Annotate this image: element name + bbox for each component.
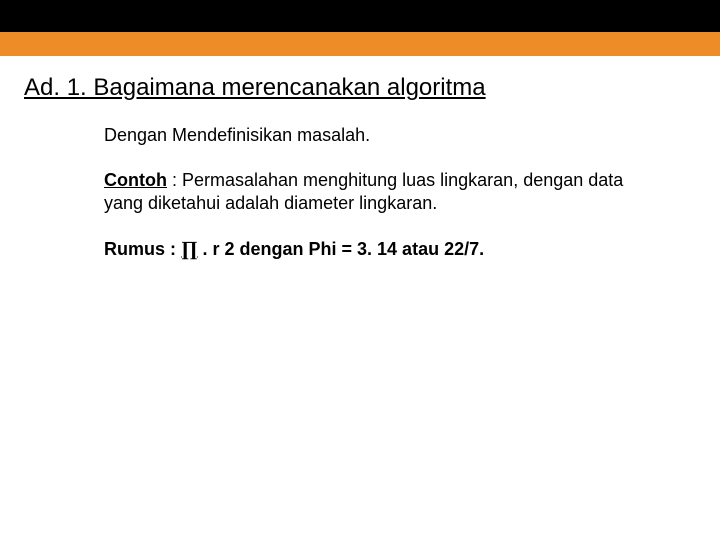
slide-heading: Ad. 1. Bagaimana merencanakan algoritma (24, 74, 696, 102)
formula-label: Rumus : (104, 239, 181, 259)
paragraph-formula: Rumus : ∏ . r 2 dengan Phi = 3. 14 atau … (104, 237, 664, 263)
paragraph-definition: Dengan Mendefinisikan masalah. (104, 124, 664, 147)
example-text: : Permasalahan menghitung luas lingkaran… (104, 170, 623, 213)
body-text-block: Dengan Mendefinisikan masalah. Contoh : … (104, 124, 664, 263)
pi-symbol: ∏ (181, 238, 197, 260)
example-label: Contoh (104, 170, 167, 190)
slide-content: Ad. 1. Bagaimana merencanakan algoritma … (0, 56, 720, 263)
top-black-bar (0, 0, 720, 32)
top-orange-bar (0, 32, 720, 56)
formula-rest: . r 2 dengan Phi = 3. 14 atau 22/7. (197, 239, 484, 259)
paragraph-example: Contoh : Permasalahan menghitung luas li… (104, 169, 664, 215)
